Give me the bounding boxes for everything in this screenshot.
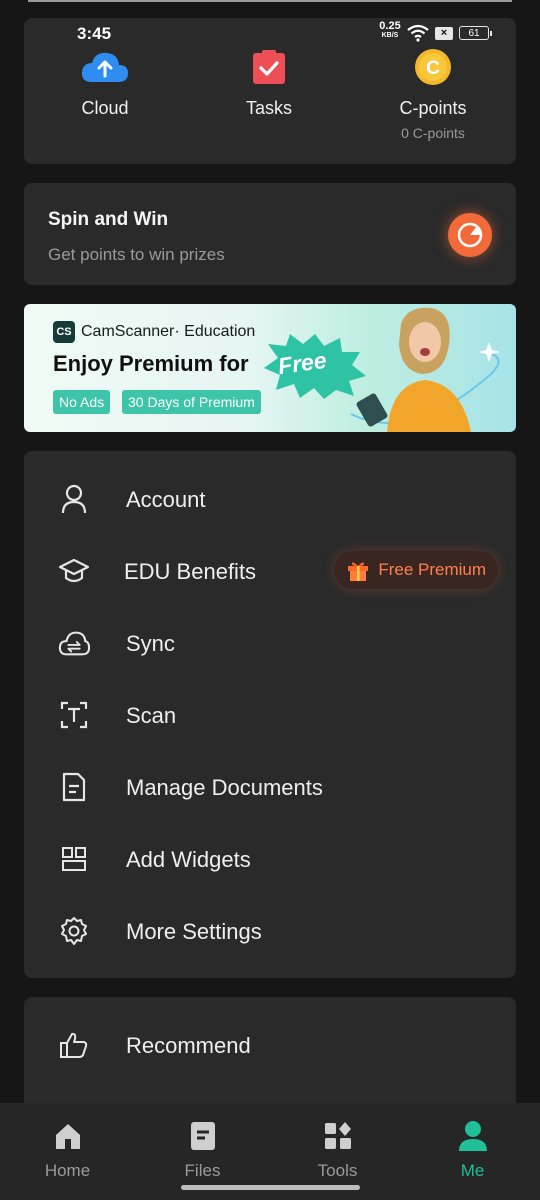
status-time: 3:45 xyxy=(77,24,112,43)
menu-label-sync: Sync xyxy=(126,631,175,656)
banner-illustration xyxy=(350,307,500,432)
tab-home[interactable]: Home xyxy=(0,1103,135,1181)
menu-label-manage-documents: Manage Documents xyxy=(126,775,323,800)
scan-text-icon xyxy=(60,701,88,729)
document-icon xyxy=(62,772,86,802)
graduation-cap-icon xyxy=(58,558,90,583)
menu-label-scan: Scan xyxy=(126,703,177,728)
person-icon xyxy=(458,1121,487,1151)
gear-icon xyxy=(61,917,87,945)
tag-no-ads: No Ads xyxy=(53,390,111,414)
banner-brand: CamScanner· Education xyxy=(81,323,256,340)
home-icon xyxy=(55,1124,80,1149)
top-divider xyxy=(28,0,512,2)
menu-item-account[interactable]: Account xyxy=(24,463,516,535)
menu-label-recommend: Recommend xyxy=(126,1033,251,1058)
spin-subtitle: Get points to win prizes xyxy=(48,245,225,264)
cloud-label: Cloud xyxy=(81,98,129,118)
tab-files-label: Files xyxy=(184,1161,221,1180)
menu-item-manage-documents[interactable]: Manage Documents xyxy=(24,751,516,823)
free-premium-badge[interactable]: Free Premium xyxy=(334,551,498,589)
tab-home-label: Home xyxy=(44,1161,91,1180)
menu-item-more-settings[interactable]: More Settings xyxy=(24,895,516,967)
spin-title: Spin and Win xyxy=(48,209,169,230)
education-promo-banner[interactable]: CS CamScanner· Education Enjoy Premium f… xyxy=(24,304,516,432)
spin-wheel-button[interactable] xyxy=(448,213,492,257)
menu-item-sync[interactable]: Sync xyxy=(24,607,516,679)
menu-label-edu-benefits: EDU Benefits xyxy=(124,559,257,584)
cloud-sync-icon xyxy=(58,631,90,656)
svg-text:C: C xyxy=(426,58,440,79)
c-points-count: 0 C-points xyxy=(401,125,465,141)
spin-and-win-card[interactable]: Spin and Win Get points to win prizes xyxy=(24,183,516,285)
tasks-label: Tasks xyxy=(245,98,292,118)
secondary-menu: Recommend xyxy=(24,997,516,1117)
camscanner-logo: CS xyxy=(53,321,75,343)
menu-label-more-settings: More Settings xyxy=(126,919,262,944)
network-speed-value: 0.25 xyxy=(379,20,401,32)
sim-off-icon: × xyxy=(435,27,453,40)
network-speed-unit: KB/S xyxy=(381,32,399,39)
tab-me[interactable]: Me xyxy=(405,1103,540,1181)
tools-icon xyxy=(324,1122,351,1149)
tab-tools-label: Tools xyxy=(317,1161,358,1180)
status-bar: 3:45 0.25 KB/S × 61 xyxy=(0,20,540,50)
settings-menu: Account EDU Benefits Free Premium Sync S… xyxy=(24,451,516,978)
menu-item-recommend[interactable]: Recommend xyxy=(24,1009,516,1081)
menu-item-scan[interactable]: Scan xyxy=(24,679,516,751)
thumbs-up-icon xyxy=(60,1032,88,1058)
c-points-label: C-points xyxy=(399,98,467,118)
widgets-icon xyxy=(62,847,86,871)
spin-wheel-icon xyxy=(457,222,483,248)
menu-item-add-widgets[interactable]: Add Widgets xyxy=(24,823,516,895)
tab-me-label: Me xyxy=(460,1161,485,1180)
tasks-icon xyxy=(253,50,285,84)
tag-30-days: 30 Days of Premium xyxy=(122,390,261,414)
coin-icon: C xyxy=(415,49,451,85)
menu-label-account: Account xyxy=(126,487,206,512)
tab-tools[interactable]: Tools xyxy=(270,1103,405,1181)
menu-label-add-widgets: Add Widgets xyxy=(126,847,251,872)
battery-level: 61 xyxy=(468,28,480,39)
wifi-icon xyxy=(407,24,429,42)
files-icon xyxy=(190,1122,215,1150)
battery-icon: 61 xyxy=(459,26,492,40)
gift-icon xyxy=(348,562,369,581)
cloud-tile[interactable]: Cloud xyxy=(30,42,180,119)
tasks-tile[interactable]: Tasks xyxy=(194,42,344,119)
tab-files[interactable]: Files xyxy=(135,1103,270,1181)
network-speed: 0.25 KB/S xyxy=(377,20,403,40)
home-indicator[interactable] xyxy=(181,1185,360,1190)
banner-headline: Enjoy Premium for xyxy=(53,351,249,376)
user-icon xyxy=(61,484,87,514)
c-points-tile[interactable]: C C-points 0 C-points xyxy=(358,42,508,141)
free-premium-label: Free Premium xyxy=(378,560,486,579)
cloud-upload-icon xyxy=(81,52,128,82)
